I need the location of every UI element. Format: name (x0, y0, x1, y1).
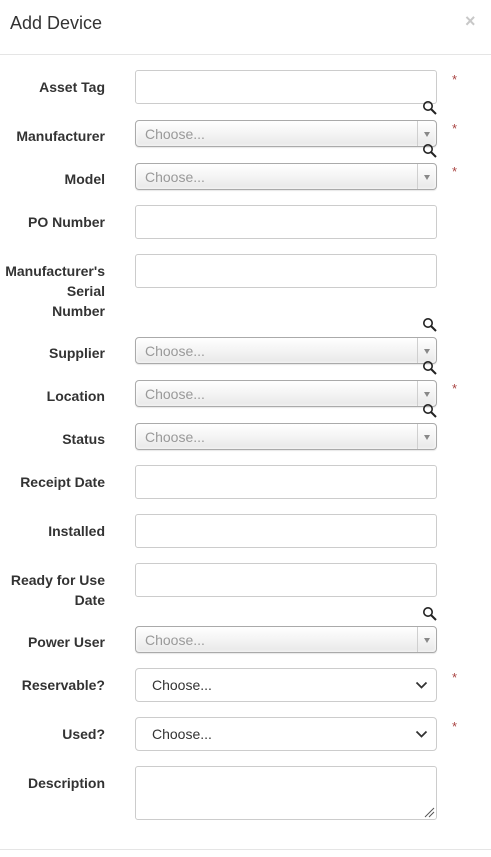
manufacturer-label: Manufacturer (16, 128, 105, 144)
required-marker: * (452, 121, 458, 136)
model-select[interactable]: Choose... (135, 163, 437, 190)
receipt-date-label: Receipt Date (20, 474, 105, 490)
description-label: Description (27, 775, 105, 791)
po-number-input[interactable] (135, 205, 437, 239)
installed-label: Installed (48, 523, 105, 539)
status-select[interactable]: Choose... (135, 423, 437, 450)
chevron-down-icon (415, 681, 428, 689)
magnifier-icon[interactable] (422, 403, 438, 419)
receipt-date-input[interactable] (135, 465, 437, 499)
serial-label-line2: Serial (66, 283, 105, 299)
location-select[interactable]: Choose... (135, 380, 437, 407)
required-marker: * (452, 164, 458, 179)
status-placeholder: Choose... (145, 429, 205, 445)
footer-divider (0, 849, 491, 850)
status-label: Status (62, 431, 105, 447)
po-number-label: PO Number (27, 214, 105, 230)
ready-for-use-date-label: Ready for Use Date (11, 570, 105, 610)
magnifier-icon[interactable] (422, 100, 438, 116)
reservable-select[interactable]: Choose... (135, 668, 437, 702)
dialog-header: Add Device × (0, 0, 491, 55)
required-marker: * (452, 72, 458, 87)
magnifier-icon[interactable] (422, 606, 438, 622)
magnifier-icon[interactable] (422, 317, 438, 333)
power-user-select[interactable]: Choose... (135, 626, 437, 653)
serial-label-line3: Number (52, 303, 105, 319)
used-select[interactable]: Choose... (135, 717, 437, 751)
ready-for-use-date-input[interactable] (135, 563, 437, 597)
dialog-title: Add Device (10, 13, 103, 33)
supplier-placeholder: Choose... (145, 343, 205, 359)
model-placeholder: Choose... (145, 169, 205, 185)
dropdown-arrow-icon (417, 627, 436, 652)
supplier-label: Supplier (48, 345, 105, 361)
serial-number-label: Manufacturer's Serial Number (5, 261, 105, 321)
serial-label-line1: Manufacturer's (5, 263, 105, 279)
magnifier-icon[interactable] (422, 360, 438, 376)
reservable-label: Reservable? (21, 677, 105, 693)
resize-handle-icon[interactable] (423, 806, 435, 818)
supplier-select[interactable]: Choose... (135, 337, 437, 364)
ready-label-line1: Ready for Use (10, 572, 105, 588)
power-user-label: Power User (27, 634, 105, 650)
required-marker: * (452, 719, 458, 734)
model-label: Model (64, 171, 105, 187)
ready-label-line2: Date (74, 592, 105, 608)
reservable-value: Choose... (152, 677, 212, 693)
asset-tag-label: Asset Tag (39, 79, 105, 95)
dropdown-arrow-icon (417, 424, 436, 449)
power-user-placeholder: Choose... (145, 632, 205, 648)
required-marker: * (452, 670, 458, 685)
location-label: Location (46, 388, 105, 404)
serial-number-input[interactable] (135, 254, 437, 288)
chevron-down-icon (415, 730, 428, 738)
manufacturer-placeholder: Choose... (145, 126, 205, 142)
location-placeholder: Choose... (145, 386, 205, 402)
installed-input[interactable] (135, 514, 437, 548)
required-marker: * (452, 381, 458, 396)
used-label: Used? (62, 726, 105, 742)
manufacturer-select[interactable]: Choose... (135, 120, 437, 147)
description-textarea[interactable] (135, 766, 437, 820)
close-icon[interactable]: × (465, 11, 476, 32)
asset-tag-input[interactable] (135, 70, 437, 104)
dropdown-arrow-icon (417, 164, 436, 189)
used-value: Choose... (152, 726, 212, 742)
magnifier-icon[interactable] (422, 143, 438, 159)
